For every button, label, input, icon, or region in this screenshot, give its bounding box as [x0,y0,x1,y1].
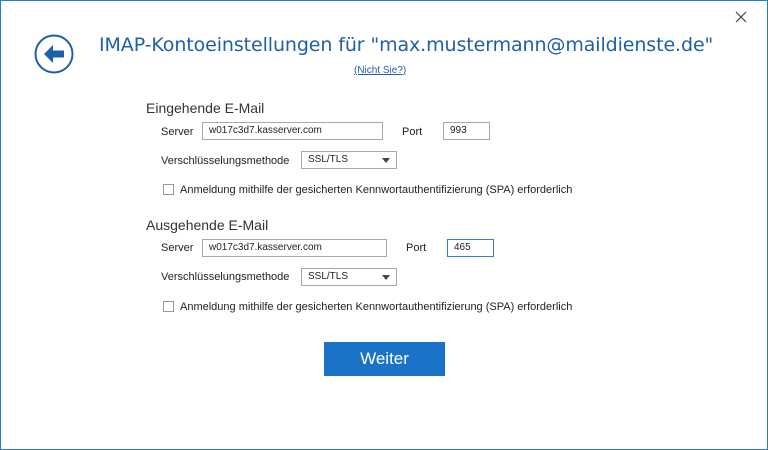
chevron-down-icon [382,275,390,280]
back-arrow-icon [34,34,74,74]
close-button[interactable] [733,9,749,25]
incoming-encryption-select[interactable]: SSL/TLS [301,151,397,169]
page-title: IMAP-Kontoeinstellungen für "max.musterm… [99,34,714,56]
not-you-link[interactable]: (Nicht Sie?) [354,65,406,76]
outgoing-encryption-value: SSL/TLS [308,271,349,282]
outgoing-port-input[interactable]: 465 [447,239,494,257]
incoming-encryption-label: Verschlüsselungsmethode [161,155,290,167]
incoming-encryption-value: SSL/TLS [308,154,349,165]
outgoing-server-input[interactable]: w017c3d7.kasserver.com [202,239,387,257]
outgoing-encryption-select[interactable]: SSL/TLS [301,268,397,286]
incoming-server-label: Server [161,126,194,138]
incoming-spa-label: Anmeldung mithilfe der gesicherten Kennw… [180,184,573,196]
next-button[interactable]: Weiter [324,342,445,376]
incoming-spa-checkbox[interactable] [163,184,174,195]
close-icon [735,11,747,23]
back-button[interactable] [34,34,74,74]
outgoing-spa-checkbox[interactable] [163,301,174,312]
dialog-window: IMAP-Kontoeinstellungen für "max.musterm… [0,0,768,450]
outgoing-encryption-label: Verschlüsselungsmethode [161,271,290,283]
incoming-heading: Eingehende E-Mail [146,100,265,116]
chevron-down-icon [382,158,390,163]
incoming-port-input[interactable]: 993 [443,122,490,140]
outgoing-server-label: Server [161,242,194,254]
outgoing-spa-label: Anmeldung mithilfe der gesicherten Kennw… [180,301,573,313]
incoming-server-input[interactable]: w017c3d7.kasserver.com [202,122,383,140]
outgoing-heading: Ausgehende E-Mail [146,217,269,233]
incoming-port-label: Port [402,126,423,138]
outgoing-port-label: Port [406,242,427,254]
